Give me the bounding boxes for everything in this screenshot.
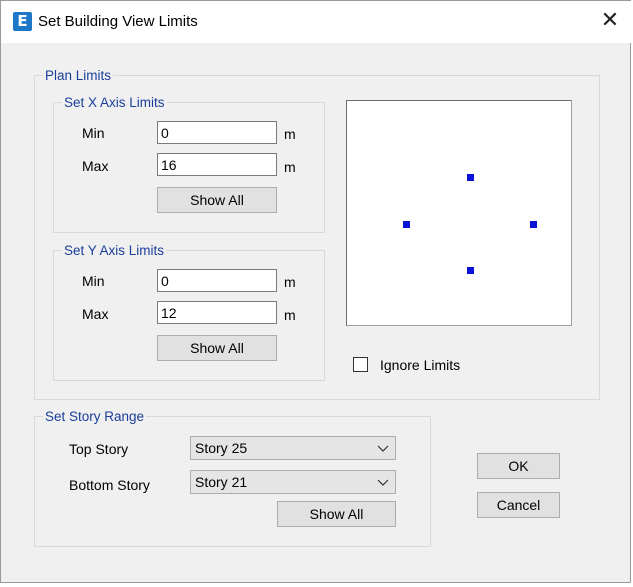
- cancel-button[interactable]: Cancel: [477, 492, 560, 518]
- plan-limits-legend: Plan Limits: [45, 68, 112, 83]
- bottom-story-select[interactable]: Story 21: [190, 470, 396, 494]
- left-marker: [403, 221, 410, 228]
- y-max-unit: m: [284, 307, 296, 323]
- top-marker: [467, 174, 474, 181]
- story-range-legend: Set Story Range: [45, 409, 145, 424]
- y-min-label: Min: [82, 273, 105, 289]
- top-story-label: Top Story: [69, 441, 129, 457]
- plan-preview: [346, 100, 572, 326]
- close-icon[interactable]: ✕: [588, 1, 632, 43]
- y-min-unit: m: [284, 274, 296, 290]
- top-story-value: Story 25: [195, 440, 248, 456]
- ignore-limits-checkbox[interactable]: [353, 357, 368, 372]
- bottom-marker: [467, 267, 474, 274]
- ok-button[interactable]: OK: [477, 453, 560, 479]
- bottom-story-value: Story 21: [195, 474, 248, 490]
- set-building-view-limits-dialog: E Set Building View Limits ✕ Plan Limits…: [0, 0, 632, 583]
- x-axis-limits-legend: Set X Axis Limits: [64, 95, 165, 110]
- etabs-app-icon: E: [13, 12, 32, 31]
- y-max-label: Max: [82, 306, 109, 322]
- right-marker: [530, 221, 537, 228]
- x-max-input[interactable]: [157, 153, 277, 176]
- x-min-input[interactable]: [157, 121, 277, 144]
- chevron-down-icon: [377, 445, 389, 452]
- y-min-input[interactable]: [157, 269, 277, 292]
- x-min-unit: m: [284, 126, 296, 142]
- chevron-down-icon: [377, 479, 389, 486]
- window-title: Set Building View Limits: [38, 13, 198, 30]
- x-max-unit: m: [284, 159, 296, 175]
- x-show-all-button[interactable]: Show All: [157, 187, 277, 213]
- ignore-limits-label: Ignore Limits: [380, 357, 461, 373]
- story-show-all-button[interactable]: Show All: [277, 501, 396, 527]
- top-story-select[interactable]: Story 25: [190, 436, 396, 460]
- x-max-label: Max: [82, 158, 109, 174]
- title-bar: E Set Building View Limits ✕: [1, 1, 632, 43]
- y-max-input[interactable]: [157, 301, 277, 324]
- y-axis-limits-legend: Set Y Axis Limits: [64, 243, 165, 258]
- y-show-all-button[interactable]: Show All: [157, 335, 277, 361]
- bottom-story-label: Bottom Story: [69, 477, 150, 493]
- x-min-label: Min: [82, 125, 105, 141]
